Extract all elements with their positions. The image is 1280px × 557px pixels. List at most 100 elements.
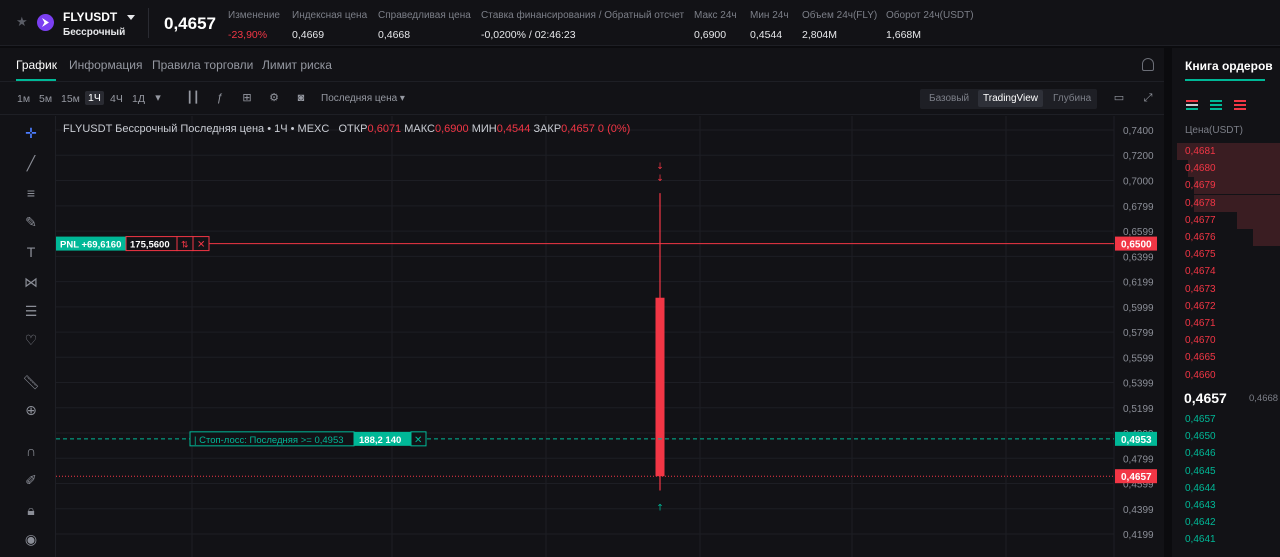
view-basic[interactable]: Базовый (929, 93, 969, 104)
price-tag-label: 0,6500 (1121, 240, 1152, 251)
ask-price: 0,4673 (1185, 283, 1216, 295)
legend-close-label: ЗАКР (533, 123, 562, 135)
ask-row[interactable]: 0,4677 (1172, 211, 1280, 229)
bid-row[interactable]: 0,4643 (1172, 497, 1280, 514)
ask-row[interactable]: 0,4673 (1172, 281, 1280, 298)
bid-row[interactable]: 0,4641 (1172, 531, 1280, 548)
layout-icon[interactable]: ▭ (1112, 92, 1126, 104)
y-tick-label: 0,7000 (1123, 176, 1154, 187)
ask-row[interactable]: 0,4660 (1172, 367, 1280, 384)
ask-row[interactable]: 0,4678 (1172, 194, 1280, 212)
view-tradingview[interactable]: TradingView (978, 90, 1044, 107)
coin-logo-icon (37, 14, 54, 31)
bid-price: 0,4643 (1185, 500, 1216, 511)
timeframe-5m[interactable]: 5м (39, 93, 52, 105)
magnet-icon[interactable]: ∩ (22, 442, 40, 460)
settings-icon[interactable]: ⚙ (267, 92, 281, 104)
tab-risk-limit[interactable]: Лимит риска (262, 58, 332, 72)
bid-row[interactable]: 0,4650 (1172, 428, 1280, 445)
bell-icon[interactable] (1142, 58, 1154, 71)
templates-icon[interactable]: ⊞ (240, 92, 254, 104)
tab-trading-rules[interactable]: Правила торговли (152, 58, 253, 72)
lock-icon[interactable]: 🔒︎ (22, 501, 40, 519)
timeframe-4h[interactable]: 4Ч (110, 93, 123, 105)
stat-label: Объем 24ч(FLY) (802, 10, 878, 21)
ask-row[interactable]: 0,4665 (1172, 349, 1280, 366)
crosshair-icon[interactable]: ✛ (22, 124, 40, 142)
timeframe-15m[interactable]: 15м (61, 93, 80, 105)
ask-price: 0,4677 (1185, 214, 1216, 226)
legend-title: FLYUSDT Бессрочный Последняя цена • 1Ч •… (63, 123, 330, 135)
timeframe-1h[interactable]: 1Ч (85, 91, 104, 105)
close-icon: ✕ (414, 435, 422, 446)
price-chart[interactable]: 0,7400 0,7200 0,7000 0,6799 0,6599 0,6399 0,61… (56, 116, 1164, 557)
ask-row[interactable]: 0,4676 (1172, 229, 1280, 246)
bid-row[interactable]: 0,4657 (1172, 411, 1280, 428)
text-icon[interactable]: T (22, 243, 40, 261)
ask-price: 0,4681 (1185, 146, 1216, 157)
price-source-select[interactable]: Последняя цена ▾ (321, 93, 405, 104)
timeframe-1d[interactable]: 1Д (132, 93, 145, 105)
ask-row[interactable]: 0,4672 (1172, 298, 1280, 315)
drawing-toolbar: ✛ ╱ ≡ ✎ T ⋈ ☰ ♡ 📏︎ ⊕ ∩ ✐ 🔒︎ ◉ (0, 116, 56, 557)
y-tick-label: 0,6599 (1123, 227, 1154, 238)
camera-icon[interactable]: ◙ (294, 92, 308, 104)
ruler-icon[interactable]: 📏︎ (22, 373, 40, 391)
book-mode-bids-icon[interactable] (1210, 100, 1222, 110)
stat-high-24h: Макс 24ч 0,6900 (694, 10, 737, 41)
ask-row[interactable]: 0,4674 (1172, 263, 1280, 280)
stat-value: -23,90% (228, 29, 268, 41)
ask-row[interactable]: 0,4679 (1172, 177, 1280, 195)
bid-row[interactable]: 0,4645 (1172, 463, 1280, 480)
stat-label: Индексная цена (292, 10, 368, 21)
stat-turnover: Оборот 24ч(USDT) 1,668M (886, 10, 974, 41)
bid-row[interactable]: 0,4642 (1172, 514, 1280, 531)
ask-row[interactable]: 0,4671 (1172, 315, 1280, 332)
stat-value: 0,4669 (292, 29, 325, 41)
tab-info[interactable]: Информация (69, 58, 142, 72)
lock-drawing-icon[interactable]: ✐ (22, 471, 40, 489)
stat-value: -0,0200% / 02:46:23 (481, 29, 576, 41)
chevron-down-icon[interactable] (127, 15, 135, 20)
y-tick-label: 0,5399 (1123, 379, 1154, 390)
indicators-icon[interactable]: ƒ (213, 92, 227, 104)
price-column-header: Цена(USDT) (1185, 125, 1243, 136)
zoom-in-icon[interactable]: ⊕ (22, 401, 40, 419)
chart-tabs: График Информация Правила торговли Лимит… (0, 48, 1164, 82)
eye-icon[interactable]: ◉ (22, 530, 40, 548)
legend-change: 0 (0%) (597, 123, 631, 135)
depth-bar (1253, 229, 1280, 246)
book-mode-both-icon[interactable] (1186, 100, 1198, 110)
pattern-icon[interactable]: ⋈ (22, 273, 40, 291)
heart-icon[interactable]: ♡ (22, 331, 40, 349)
contract-type[interactable]: Бессрочный (63, 27, 125, 38)
timeframe-dropdown-icon[interactable]: ▾ (151, 92, 165, 104)
ask-row[interactable]: 0,4681 (1172, 143, 1280, 160)
active-tab-indicator (1185, 79, 1265, 81)
bid-row[interactable]: 0,4646 (1172, 445, 1280, 462)
ask-row[interactable]: 0,4675 (1172, 246, 1280, 263)
ask-price: 0,4675 (1185, 249, 1216, 261)
trend-line-icon[interactable]: ╱ (22, 154, 40, 172)
ask-price: 0,4672 (1185, 300, 1216, 312)
orderbook-title[interactable]: Книга ордеров (1185, 59, 1273, 73)
ask-row[interactable]: 0,4670 (1172, 332, 1280, 349)
prediction-icon[interactable]: ☰ (22, 302, 40, 320)
symbol-name[interactable]: FLYUSDT (63, 10, 117, 24)
brush-icon[interactable]: ✎ (22, 213, 40, 231)
legend-close: 0,4657 (561, 123, 595, 135)
view-depth[interactable]: Глубина (1053, 93, 1091, 104)
candle-type-icon[interactable]: ┃┃ (186, 92, 200, 104)
stat-value: 2,804M (802, 29, 838, 41)
active-tab-indicator (16, 79, 56, 81)
fib-icon[interactable]: ≡ (22, 184, 40, 202)
book-mode-asks-icon[interactable] (1234, 100, 1246, 110)
divider (148, 8, 149, 38)
tab-chart[interactable]: График (16, 58, 57, 72)
ask-row[interactable]: 0,4680 (1172, 160, 1280, 178)
sell-marker-icon: ↓ (656, 174, 664, 184)
fullscreen-icon[interactable]: ⤢ (1141, 92, 1155, 104)
bid-row[interactable]: 0,4644 (1172, 480, 1280, 497)
timeframe-1m[interactable]: 1м (17, 93, 30, 105)
favorite-star-icon[interactable]: ★ (16, 14, 28, 30)
